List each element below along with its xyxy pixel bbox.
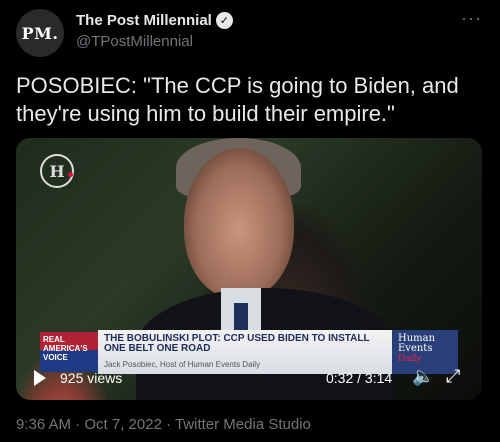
show-brand-line: Daily: [398, 354, 422, 364]
tweet-meta[interactable]: 9:36 AM · Oct 7, 2022 · Twitter Media St…: [16, 416, 311, 433]
volume-icon[interactable]: 🔈: [412, 366, 434, 387]
channel-logo: REAL AMERICA'S VOICE: [40, 332, 98, 372]
avatar[interactable]: PM.: [16, 9, 64, 57]
fullscreen-icon[interactable]: ⤢: [446, 366, 460, 387]
author-name[interactable]: The Post Millennial ✓: [76, 12, 233, 29]
author-name-text[interactable]: The Post Millennial: [76, 12, 212, 29]
author-handle[interactable]: @TPostMillennial: [76, 33, 193, 50]
video-frame-face: [184, 148, 294, 298]
network-logo: H: [40, 154, 74, 188]
video-player[interactable]: H REAL AMERICA'S VOICE THE BOBULINSKI PL…: [16, 138, 482, 400]
play-icon[interactable]: [34, 370, 46, 386]
chyron: REAL AMERICA'S VOICE THE BOBULINSKI PLOT…: [40, 330, 458, 374]
video-time: 0:32 / 3:14: [326, 370, 393, 386]
view-count: 925 views: [60, 370, 123, 386]
chyron-headline: THE BOBULINSKI PLOT: CCP USED BIDEN TO I…: [104, 333, 370, 354]
show-brand-line: Events: [398, 343, 433, 354]
verified-badge-icon: ✓: [215, 12, 233, 29]
network-logo-dot: [68, 172, 73, 177]
more-options-icon[interactable]: ···: [461, 8, 482, 29]
tweet-text: POSOBIEC: "The CCP is going to Biden, an…: [16, 73, 459, 126]
chyron-subline: Jack Posobiec, Host of Human Events Dail…: [104, 360, 261, 369]
